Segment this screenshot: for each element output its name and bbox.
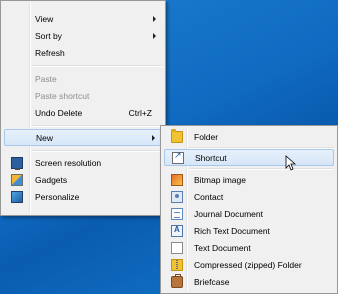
text-document-icon bbox=[171, 242, 183, 254]
contact-icon bbox=[171, 191, 183, 203]
journal-icon bbox=[171, 208, 183, 220]
menu-item-paste-shortcut: Paste shortcut bbox=[4, 88, 162, 105]
rich-text-icon bbox=[171, 225, 183, 237]
menu-item-label: View bbox=[35, 14, 54, 24]
menu-item-label: Rich Text Document bbox=[194, 226, 270, 236]
menu-item-screen-resolution[interactable]: Screen resolution bbox=[4, 155, 162, 172]
menu-separator bbox=[32, 150, 162, 152]
monitor-icon bbox=[11, 157, 23, 170]
menu-item-sort-by[interactable]: Sort by bbox=[4, 28, 162, 45]
menu-item-label: Folder bbox=[194, 132, 219, 142]
menu-item-label: Shortcut bbox=[195, 153, 227, 163]
submenu-arrow-icon bbox=[153, 33, 156, 39]
menu-item-label: Gadgets bbox=[35, 175, 68, 185]
menu-item-refresh[interactable]: Refresh bbox=[4, 45, 162, 62]
submenu-item-rich-text[interactable]: Rich Text Document bbox=[164, 223, 334, 240]
menu-item-view[interactable]: View bbox=[4, 11, 162, 28]
menu-item-gadgets[interactable]: Gadgets bbox=[4, 172, 162, 189]
folder-icon bbox=[171, 129, 183, 143]
menu-item-label: Paste shortcut bbox=[35, 91, 90, 101]
submenu-item-text-document[interactable]: Text Document bbox=[164, 240, 334, 257]
menu-item-label: Bitmap image bbox=[194, 175, 246, 185]
submenu-item-contact[interactable]: Contact bbox=[164, 189, 334, 206]
menu-item-label: Text Document bbox=[194, 243, 251, 253]
menu-item-label: New bbox=[36, 133, 54, 143]
menu-item-personalize[interactable]: Personalize bbox=[4, 189, 162, 206]
briefcase-icon bbox=[171, 274, 183, 288]
menu-item-label: Journal Document bbox=[194, 209, 263, 219]
personalize-icon bbox=[11, 191, 23, 203]
submenu-arrow-icon bbox=[152, 135, 155, 141]
keyboard-shortcut: Ctrl+Z bbox=[128, 108, 152, 118]
menu-separator bbox=[32, 125, 162, 127]
bitmap-icon bbox=[171, 174, 183, 186]
menu-item-label: Compressed (zipped) Folder bbox=[194, 260, 302, 270]
menu-item-label: Contact bbox=[194, 192, 224, 202]
zipped-folder-icon bbox=[171, 259, 183, 271]
gadgets-icon bbox=[11, 174, 23, 186]
menu-separator bbox=[32, 65, 162, 67]
submenu-item-journal[interactable]: Journal Document bbox=[164, 206, 334, 223]
menu-separator bbox=[189, 168, 334, 170]
menu-item-label: Refresh bbox=[35, 48, 65, 58]
menu-item-label: Briefcase bbox=[194, 277, 230, 287]
desktop-context-menu: View Sort by Refresh Paste Paste shortcu… bbox=[0, 0, 166, 216]
new-submenu: Folder Shortcut Bitmap image Contact Jou… bbox=[160, 125, 338, 294]
shortcut-icon bbox=[172, 151, 184, 164]
mouse-cursor-icon bbox=[285, 155, 297, 171]
submenu-item-zipped-folder[interactable]: Compressed (zipped) Folder bbox=[164, 257, 334, 274]
menu-item-label: Personalize bbox=[35, 192, 80, 202]
submenu-item-folder[interactable]: Folder bbox=[164, 129, 334, 146]
submenu-item-briefcase[interactable]: Briefcase bbox=[164, 274, 334, 291]
menu-item-paste: Paste bbox=[4, 71, 162, 88]
menu-item-new[interactable]: New bbox=[4, 129, 162, 146]
menu-item-label: Undo Delete bbox=[35, 108, 83, 118]
submenu-item-shortcut[interactable]: Shortcut bbox=[164, 149, 334, 166]
submenu-item-bitmap[interactable]: Bitmap image bbox=[164, 172, 334, 189]
submenu-arrow-icon bbox=[153, 16, 156, 22]
menu-item-label: Screen resolution bbox=[35, 158, 102, 168]
menu-item-label: Paste bbox=[35, 74, 57, 84]
menu-item-undo-delete[interactable]: Undo Delete Ctrl+Z bbox=[4, 105, 162, 122]
menu-item-label: Sort by bbox=[35, 31, 62, 41]
